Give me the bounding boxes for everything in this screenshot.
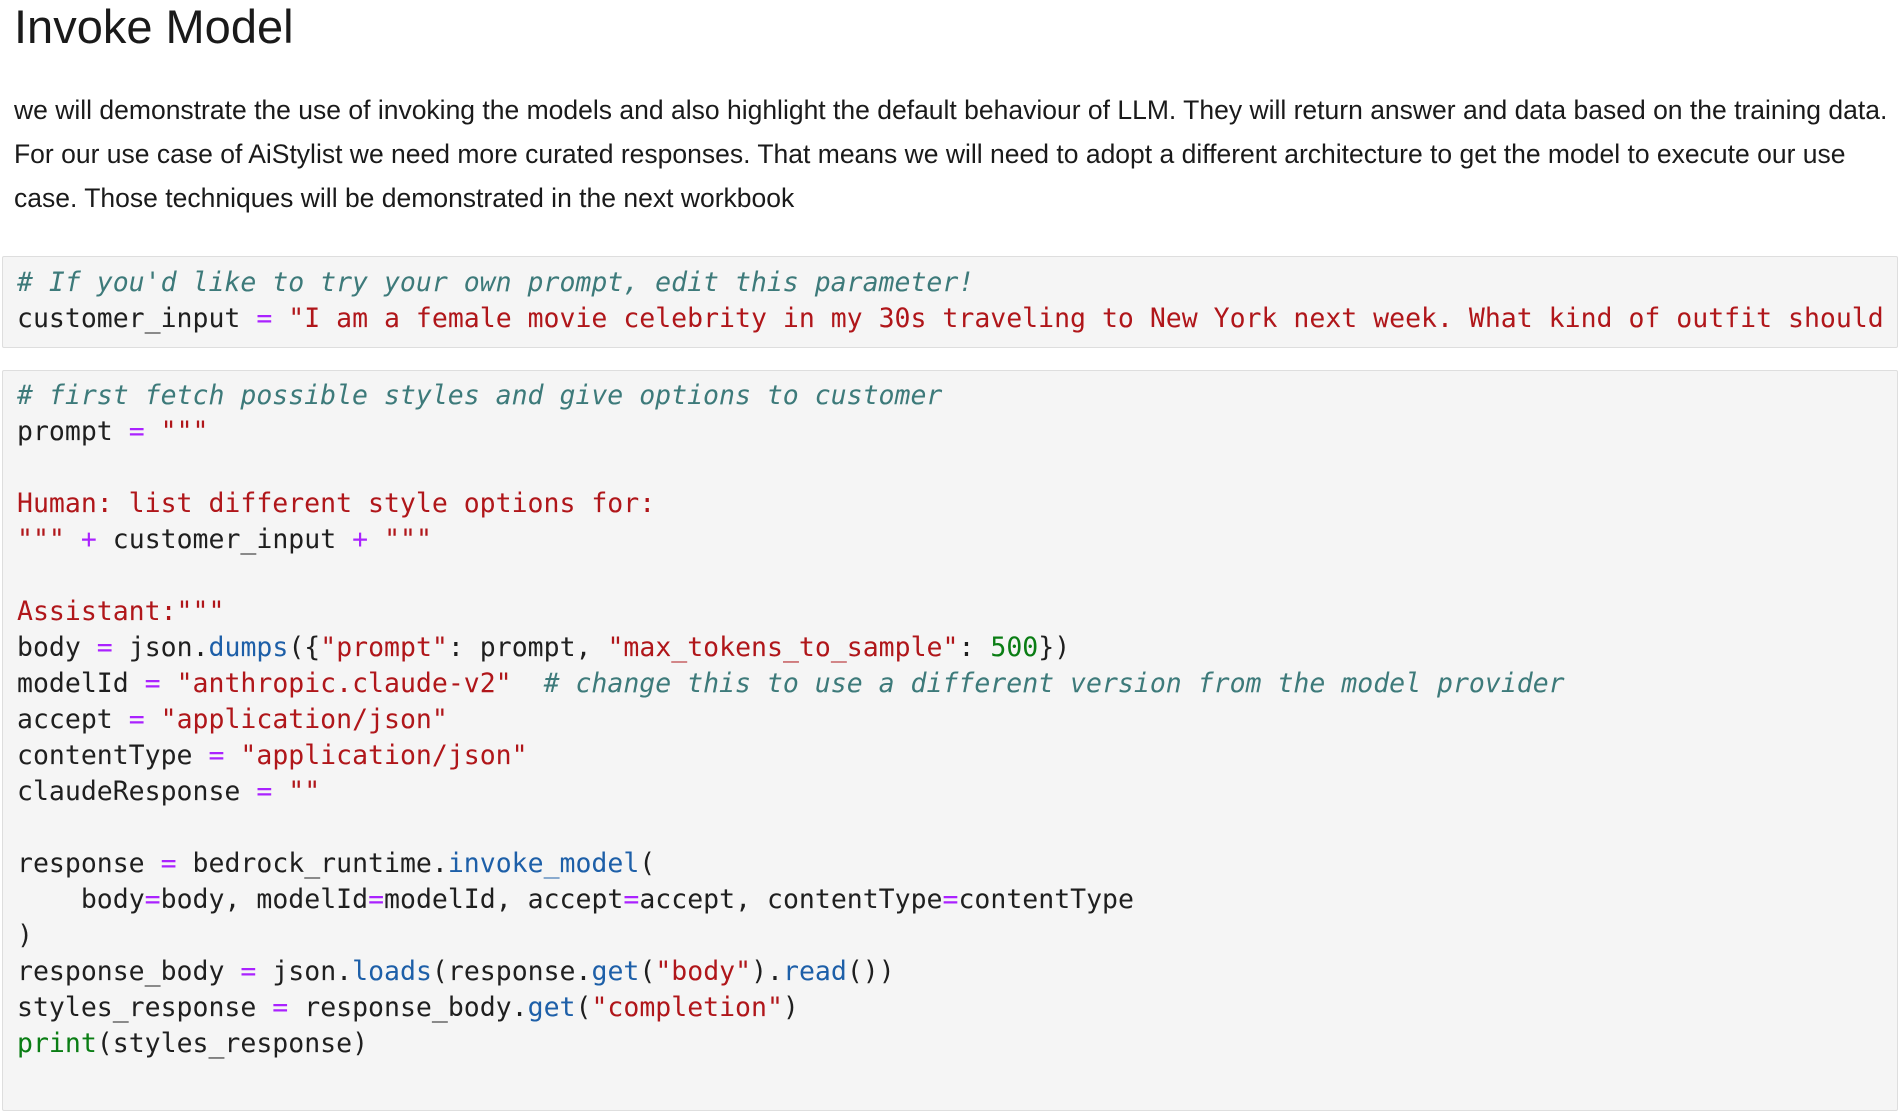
code-string: "prompt" [320, 632, 448, 663]
code-operator: = [208, 740, 225, 771]
code-string: """ [160, 416, 209, 447]
code-variable: customer_input [17, 303, 241, 334]
code-string: "body" [655, 956, 752, 987]
code-number: 500 [990, 632, 1039, 663]
code-function: get [591, 956, 640, 987]
page-title: Invoke Model [14, 0, 294, 53]
code-keyword-arg: body [80, 884, 145, 915]
code-string: "application/json" [240, 740, 528, 771]
code-variable: modelId [17, 668, 129, 699]
code-function: loads [352, 956, 432, 987]
code-string: "" [288, 776, 321, 807]
code-keyword-arg: accept [527, 884, 624, 915]
code-module: json [128, 632, 193, 663]
code-keyword-arg: contentType [767, 884, 943, 915]
code-variable: response_body [304, 992, 512, 1023]
code-operator: = [128, 416, 145, 447]
code-function: dumps [208, 632, 289, 663]
code-variable: prompt [17, 416, 113, 447]
code-comment: # first fetch possible styles and give o… [17, 380, 943, 411]
code-variable: styles_response [17, 992, 257, 1023]
code-keyword-arg: modelId [256, 884, 369, 915]
code-variable: body [17, 632, 81, 663]
code-variable: accept [639, 884, 736, 915]
code-variable: contentType [17, 740, 193, 771]
code-string: Human: list different style options for: [17, 488, 656, 519]
code-variable: claudeResponse [17, 776, 241, 807]
code-operator: = [128, 704, 145, 735]
code-variable: response [447, 956, 576, 987]
code-variable: contentType [958, 884, 1134, 915]
code-module: json [272, 956, 337, 987]
code-block: # If you'd like to try your own prompt, … [17, 265, 1898, 337]
code-function: read [782, 956, 847, 987]
code-operator: + [352, 524, 369, 555]
code-cell-fetch-styles[interactable]: # first fetch possible styles and give o… [2, 370, 1898, 1111]
code-operator: = [256, 776, 273, 807]
code-variable: customer_input [112, 524, 337, 555]
code-operator: + [80, 524, 97, 555]
code-string: "I am a female movie celebrity in my 30s… [288, 303, 1898, 334]
code-variable: response_body [17, 956, 225, 987]
code-builtin: print [17, 1028, 97, 1059]
code-string: "anthropic.claude-v2" [176, 668, 512, 699]
code-string: Assistant:""" [17, 596, 225, 627]
code-operator: = [256, 303, 273, 334]
code-variable: styles_response [112, 1028, 353, 1059]
code-function: get [527, 992, 576, 1023]
code-cell-customer-input[interactable]: # If you'd like to try your own prompt, … [2, 256, 1898, 348]
code-variable: modelId [384, 884, 496, 915]
code-operator: = [240, 956, 257, 987]
code-string: "completion" [591, 992, 783, 1023]
code-comment: # If you'd like to try your own prompt, … [17, 267, 975, 298]
code-operator: = [160, 848, 177, 879]
code-string: "application/json" [160, 704, 448, 735]
code-variable: prompt [479, 632, 576, 663]
code-variable: bedrock_runtime [192, 848, 432, 879]
code-function: invoke_model [447, 848, 640, 879]
intro-paragraph: we will demonstrate the use of invoking … [14, 95, 1888, 213]
code-string: "max_tokens_to_sample" [607, 632, 959, 663]
code-variable: accept [17, 704, 113, 735]
code-operator: = [144, 668, 161, 699]
code-string: """ [17, 524, 65, 555]
code-operator: = [96, 632, 113, 663]
code-block: # first fetch possible styles and give o… [17, 380, 1565, 1059]
code-string: """ [384, 524, 432, 555]
code-comment: # change this to use a different version… [543, 668, 1565, 699]
code-punctuation: ) [17, 920, 33, 951]
code-operator: = [272, 992, 289, 1023]
code-variable: response [17, 848, 145, 879]
code-variable: body [160, 884, 225, 915]
